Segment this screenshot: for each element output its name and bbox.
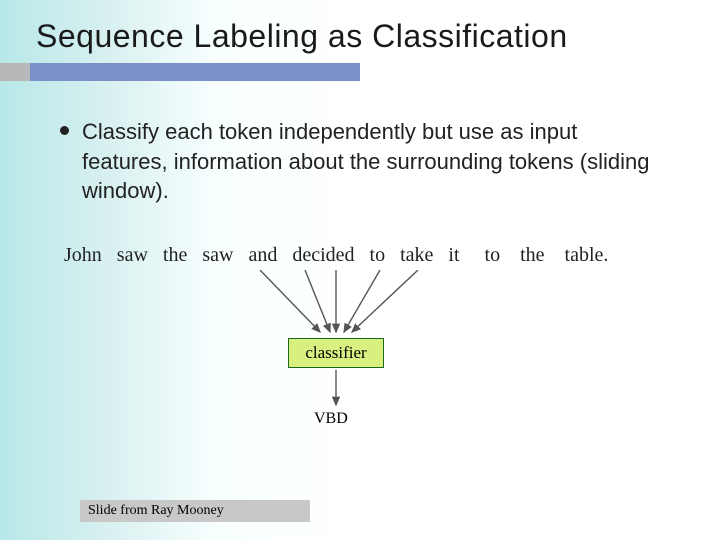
output-tag: VBD bbox=[314, 410, 348, 428]
bullet-text: Classify each token independently but us… bbox=[82, 119, 649, 203]
example-sentence: John saw the saw and decided to take it … bbox=[64, 244, 700, 267]
token-decided: decided bbox=[292, 244, 354, 267]
slide-title: Sequence Labeling as Classification bbox=[0, 0, 720, 63]
token-to-2: to bbox=[485, 244, 501, 267]
classifier-box: classifier bbox=[288, 338, 384, 368]
title-underline bbox=[0, 63, 720, 81]
classifier-label: classifier bbox=[305, 343, 366, 363]
bullet-dot-icon bbox=[60, 126, 69, 135]
slide-credit-text: Slide from Ray Mooney bbox=[88, 503, 224, 519]
underline-blue-segment bbox=[30, 63, 360, 81]
token-the-2: the bbox=[520, 244, 544, 267]
slide-credit: Slide from Ray Mooney bbox=[80, 500, 310, 522]
token-take: take bbox=[400, 244, 433, 267]
token-saw-2: saw bbox=[202, 244, 233, 267]
bullet-item: Classify each token independently but us… bbox=[82, 117, 650, 206]
token-saw-1: saw bbox=[117, 244, 148, 267]
token-john: John bbox=[64, 244, 102, 267]
underline-grey-segment bbox=[0, 63, 30, 81]
token-the-1: the bbox=[163, 244, 187, 267]
token-table: table. bbox=[565, 244, 609, 267]
token-it: it bbox=[448, 244, 459, 267]
token-and: and bbox=[248, 244, 277, 267]
token-to-1: to bbox=[370, 244, 386, 267]
